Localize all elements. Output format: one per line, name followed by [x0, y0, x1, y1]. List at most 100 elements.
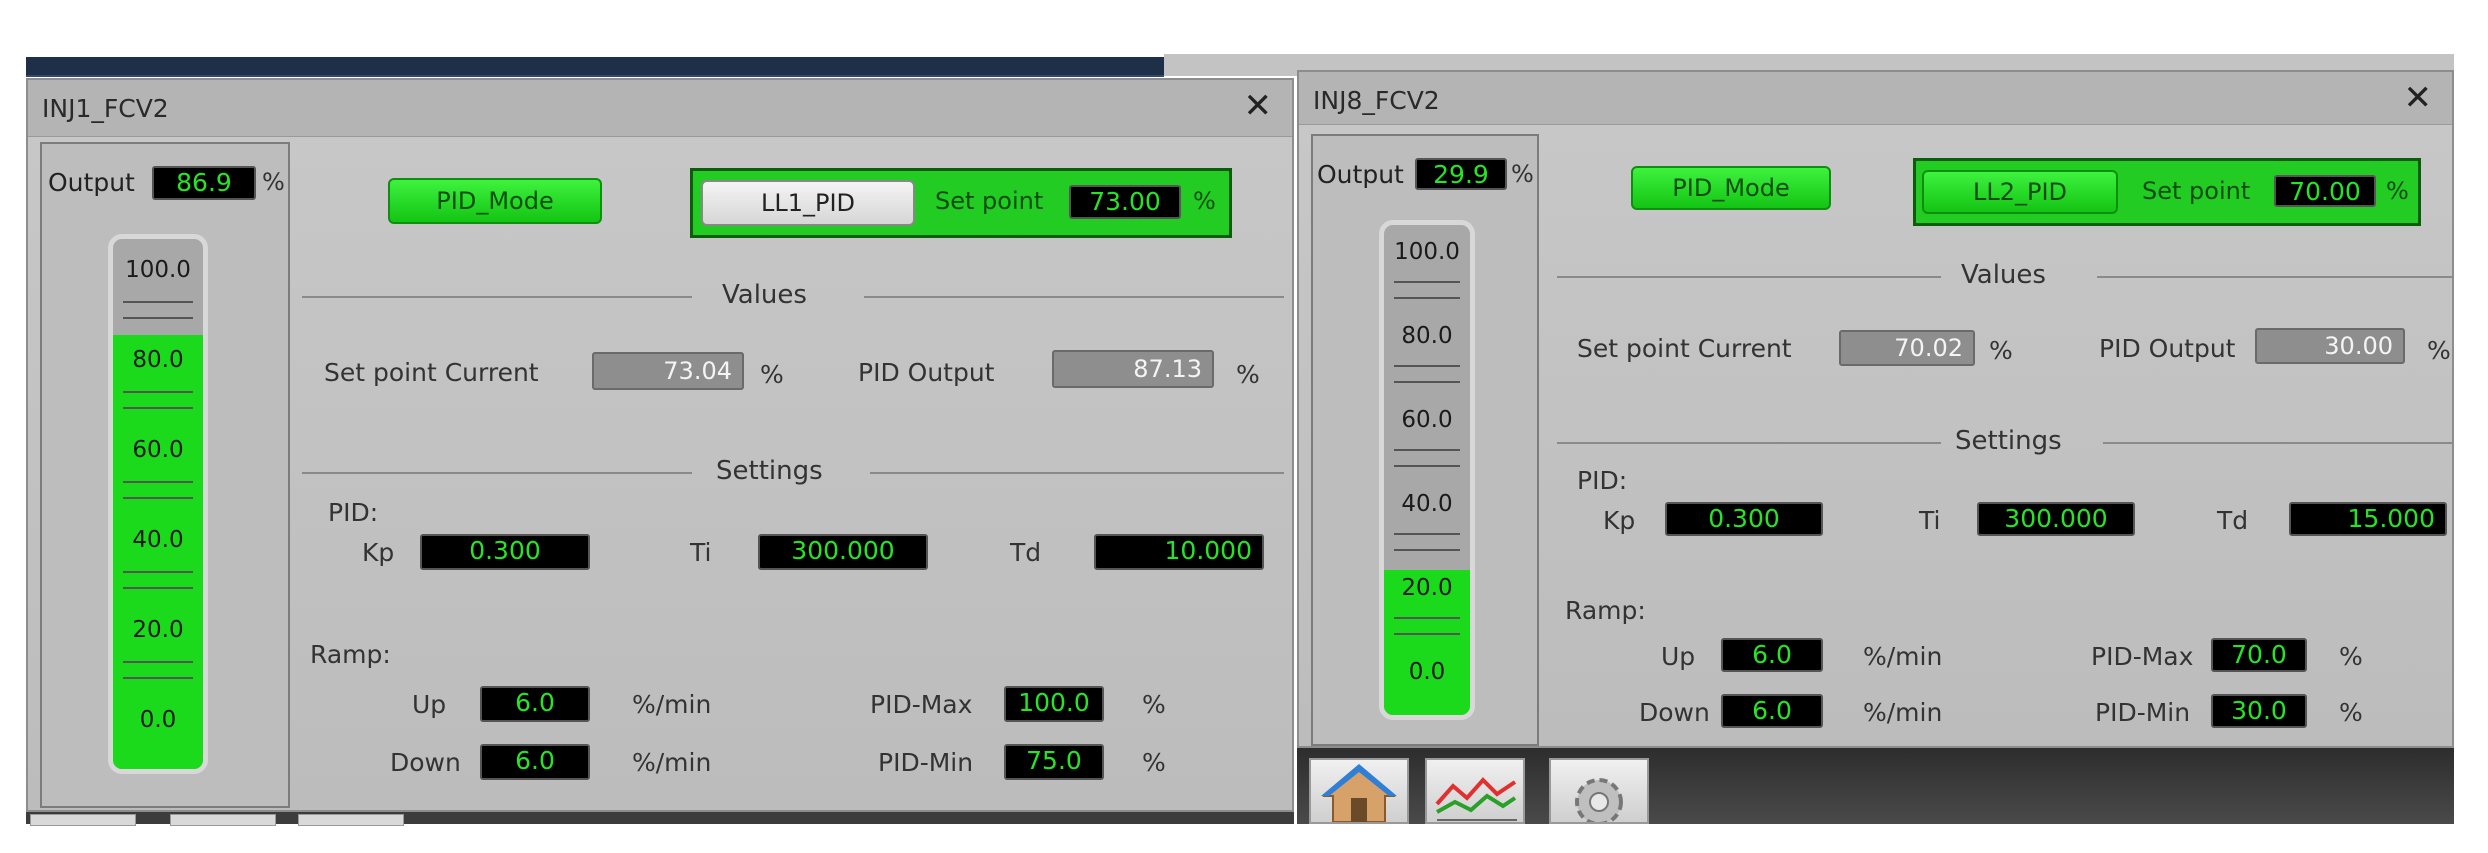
faceplate-window-inj1-fcv2: INJ1_FCV2 ✕ Output 86.9 % 100.0 80.0 60.… — [26, 78, 1294, 812]
kp-label: Kp — [1603, 506, 1636, 535]
pid-output-label: PID Output — [858, 358, 995, 387]
divider — [302, 296, 692, 298]
scale-label-100: 100.0 — [125, 257, 191, 283]
divider — [864, 296, 1284, 298]
scale-label-20: 20.0 — [1401, 575, 1453, 601]
kp-input[interactable]: 0.300 — [1665, 502, 1823, 536]
pid-min-label: PID-Min — [2095, 698, 2191, 727]
divider — [2097, 276, 2453, 278]
scale-label-60: 60.0 — [132, 437, 184, 463]
output-label: Output — [48, 168, 135, 197]
controller-button[interactable]: LL1_PID — [701, 180, 915, 226]
window-title: INJ8_FCV2 — [1313, 86, 1440, 115]
output-value: 86.9 — [152, 166, 256, 200]
background-window-titlebar — [26, 57, 1164, 77]
output-label: Output — [1317, 160, 1404, 189]
setpoint-label: Set point — [935, 187, 1044, 215]
output-unit: % — [1511, 160, 1534, 188]
td-input[interactable]: 10.000 — [1094, 534, 1264, 570]
ti-input[interactable]: 300.000 — [1977, 502, 2135, 536]
pid-output-value: 87.13 — [1052, 350, 1214, 388]
pid-output-label: PID Output — [2099, 334, 2236, 363]
home-icon[interactable] — [1309, 758, 1409, 824]
setpoint-input[interactable]: 73.00 — [1069, 185, 1181, 219]
ramp-down-input[interactable]: 6.0 — [480, 744, 590, 780]
td-input[interactable]: 15.000 — [2289, 502, 2447, 536]
pid-max-unit: % — [2339, 642, 2363, 671]
ramp-up-input[interactable]: 6.0 — [1721, 638, 1823, 672]
pid-output-unit: % — [1236, 360, 1260, 389]
scale-label-20: 20.0 — [132, 617, 184, 643]
setpoint-input[interactable]: 70.00 — [2274, 175, 2376, 207]
window-titlebar[interactable]: INJ8_FCV2 ✕ — [1299, 72, 2452, 125]
settings-heading: Settings — [716, 456, 823, 486]
settings-heading: Settings — [1955, 426, 2062, 456]
pid-output-unit: % — [2427, 336, 2451, 365]
ramp-label: Ramp: — [310, 640, 391, 669]
scale-label-80: 80.0 — [1401, 323, 1453, 349]
divider — [1557, 276, 1941, 278]
ramp-up-unit: %/min — [1863, 642, 1943, 671]
setpoint-unit: % — [2386, 177, 2409, 205]
divider — [870, 472, 1284, 474]
scale-label-0: 0.0 — [139, 707, 177, 733]
setpoint-label: Set point — [2142, 177, 2251, 205]
ramp-up-input[interactable]: 6.0 — [480, 686, 590, 722]
pid-max-label: PID-Max — [870, 690, 973, 719]
background-taskbar — [26, 812, 1294, 826]
setpoint-controller-box: LL1_PID Set point 73.00 % — [690, 168, 1232, 238]
setpoint-controller-box: LL2_PID Set point 70.00 % — [1913, 158, 2421, 226]
close-icon[interactable]: ✕ — [2404, 80, 2433, 116]
pid-min-label: PID-Min — [878, 748, 974, 777]
pid-max-label: PID-Max — [2091, 642, 2194, 671]
scale-label-40: 40.0 — [1401, 491, 1453, 517]
kp-input[interactable]: 0.300 — [420, 534, 590, 570]
sp-current-label: Set point Current — [324, 358, 539, 387]
values-heading: Values — [722, 280, 807, 310]
ti-input[interactable]: 300.000 — [758, 534, 928, 570]
output-panel: Output 29.9 % 100.0 80.0 60.0 40.0 20.0 … — [1311, 134, 1539, 746]
scale-label-0: 0.0 — [1408, 659, 1446, 685]
scale-label-40: 40.0 — [132, 527, 184, 553]
sp-current-label: Set point Current — [1577, 334, 1792, 363]
scale-label-80: 80.0 — [132, 347, 184, 373]
sp-current-unit: % — [1989, 336, 2013, 365]
pid-mode-button[interactable]: PID_Mode — [1631, 166, 1831, 210]
sp-current-value: 73.04 — [592, 352, 744, 390]
ti-label: Ti — [690, 538, 712, 567]
pid-max-unit: % — [1142, 690, 1166, 719]
ramp-down-unit: %/min — [1863, 698, 1943, 727]
ramp-down-input[interactable]: 6.0 — [1721, 694, 1823, 728]
scale-label-100: 100.0 — [1394, 239, 1460, 265]
output-level-bar: 100.0 80.0 60.0 40.0 20.0 0.0 — [1379, 220, 1475, 720]
pid-label: PID: — [1577, 466, 1628, 495]
pid-max-input[interactable]: 100.0 — [1004, 686, 1104, 722]
setpoint-unit: % — [1193, 187, 1216, 215]
sp-current-unit: % — [760, 360, 784, 389]
window-title: INJ1_FCV2 — [42, 94, 169, 123]
window-titlebar[interactable]: INJ1_FCV2 ✕ — [28, 80, 1292, 137]
pid-label: PID: — [328, 498, 379, 527]
pid-output-value: 30.00 — [2255, 328, 2405, 364]
output-value: 29.9 — [1415, 158, 1507, 190]
controller-button[interactable]: LL2_PID — [1922, 170, 2118, 214]
pid-min-input[interactable]: 30.0 — [2211, 694, 2307, 728]
trend-icon[interactable] — [1425, 758, 1525, 824]
output-unit: % — [262, 168, 285, 196]
sp-current-value: 70.02 — [1839, 330, 1975, 366]
divider — [1557, 442, 1941, 444]
divider — [302, 472, 692, 474]
faceplate-window-inj8-fcv2: INJ8_FCV2 ✕ Output 29.9 % 100.0 80.0 60.… — [1297, 70, 2454, 748]
scale-label-60: 60.0 — [1401, 407, 1453, 433]
output-panel: Output 86.9 % 100.0 80.0 60.0 40.0 20.0 … — [40, 142, 290, 808]
values-heading: Values — [1961, 260, 2046, 290]
pid-mode-button[interactable]: PID_Mode — [388, 178, 602, 224]
pid-min-input[interactable]: 75.0 — [1004, 744, 1104, 780]
settings-gear-icon[interactable] — [1549, 758, 1649, 824]
ti-label: Ti — [1919, 506, 1941, 535]
close-icon[interactable]: ✕ — [1244, 88, 1273, 124]
pid-min-unit: % — [1142, 748, 1166, 777]
pid-max-input[interactable]: 70.0 — [2211, 638, 2307, 672]
td-label: Td — [2217, 506, 2249, 535]
td-label: Td — [1010, 538, 1042, 567]
